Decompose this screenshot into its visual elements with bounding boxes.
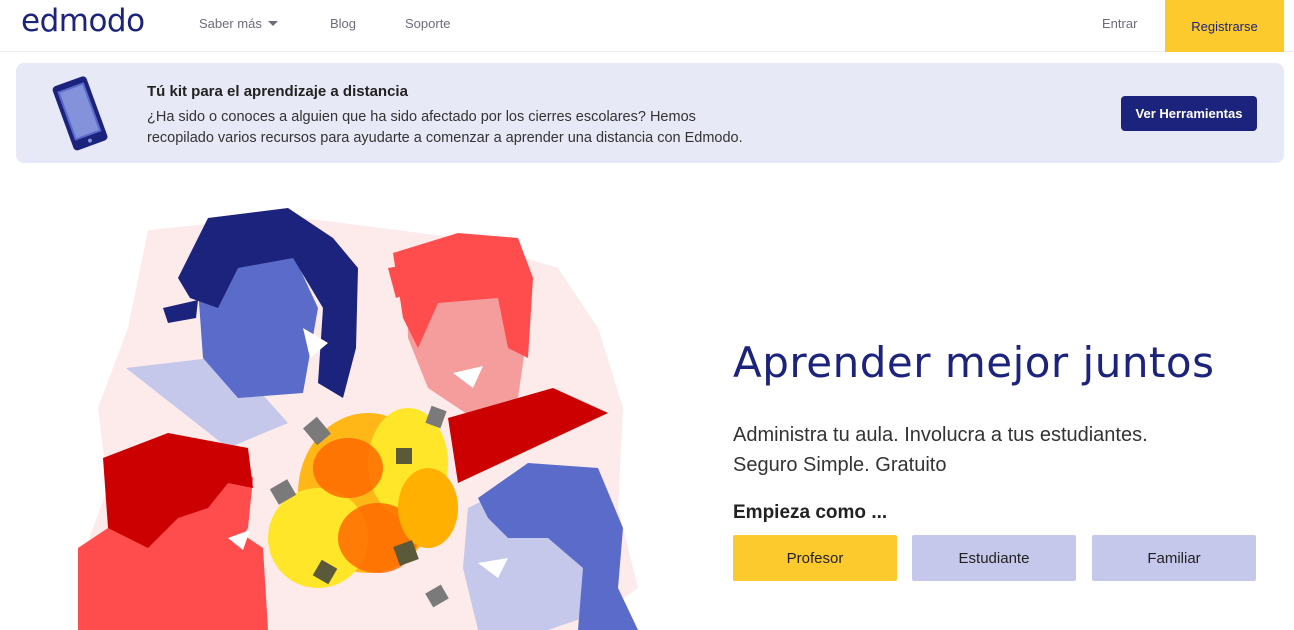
start-as-label: Empieza como ... bbox=[733, 502, 888, 523]
nav-saber-mas-label: Saber más bbox=[199, 16, 262, 31]
caret-down-icon bbox=[267, 21, 278, 26]
hero-subtitle: Administra tu aula. Involucra a tus estu… bbox=[733, 420, 1253, 480]
nav-soporte-link[interactable]: Soporte bbox=[405, 16, 451, 31]
banner-description: ¿Ha sido o conoces a alguien que ha sido… bbox=[147, 107, 827, 149]
hero-subtitle-line: Seguro Simple. Gratuito bbox=[733, 454, 947, 476]
hero-title: Aprender mejor juntos bbox=[733, 338, 1215, 387]
profesor-button[interactable]: Profesor bbox=[733, 535, 897, 581]
nav-entrar-link[interactable]: Entrar bbox=[1102, 16, 1137, 31]
hero-subtitle-line: Administra tu aula. Involucra a tus estu… bbox=[733, 424, 1148, 446]
nav-blog-link[interactable]: Blog bbox=[330, 16, 356, 31]
estudiante-button[interactable]: Estudiante bbox=[912, 535, 1076, 581]
top-navbar: edmodo Saber más Blog Soporte Entrar Reg… bbox=[0, 0, 1294, 52]
ver-herramientas-button[interactable]: Ver Herramientas bbox=[1121, 96, 1257, 131]
nav-saber-mas-dropdown[interactable]: Saber más bbox=[199, 16, 278, 31]
tablet-icon bbox=[52, 76, 108, 151]
students-lightbulb-illustration bbox=[78, 208, 638, 630]
banner-title: Tú kit para el aprendizaje a distancia bbox=[147, 83, 408, 100]
banner-description-line: ¿Ha sido o conoces a alguien que ha sido… bbox=[147, 109, 696, 125]
banner-description-line: recopilado varios recursos para ayudarte… bbox=[147, 130, 743, 146]
edmodo-logo[interactable]: edmodo bbox=[21, 3, 145, 39]
remote-learning-banner: Tú kit para el aprendizaje a distancia ¿… bbox=[16, 63, 1284, 163]
registrarse-button[interactable]: Registrarse bbox=[1165, 0, 1284, 52]
familiar-button[interactable]: Familiar bbox=[1092, 535, 1256, 581]
